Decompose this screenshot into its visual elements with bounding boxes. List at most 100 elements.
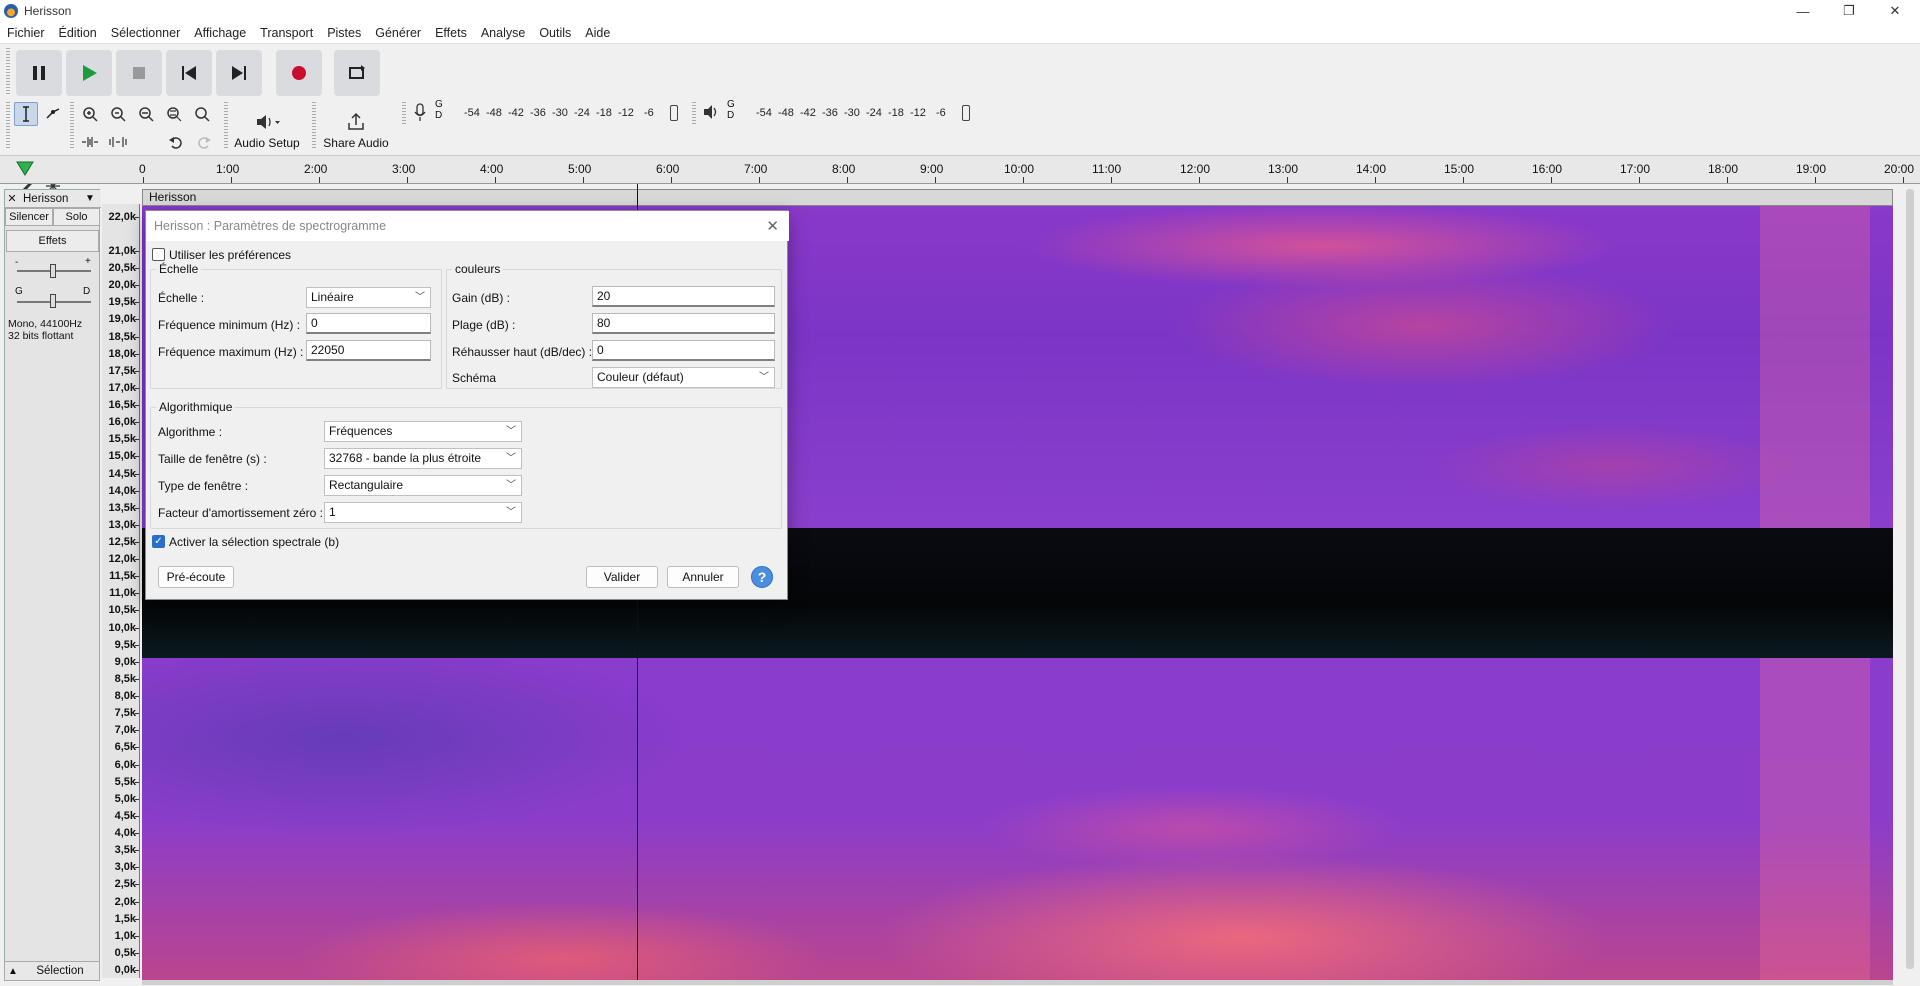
loop-button[interactable] [334,50,380,96]
pause-button[interactable] [16,50,62,96]
record-button[interactable] [276,50,322,96]
use-preferences-checkbox[interactable] [152,248,165,261]
undo-button[interactable] [164,130,188,154]
zoom-toggle-button[interactable] [190,102,214,126]
frequency-tick [135,490,139,492]
recording-meter[interactable]: -54 -48 -42 -36 -30 -24 -18 -12 -6 [448,103,680,123]
share-grip[interactable] [312,102,316,150]
playback-meter[interactable]: -54 -48 -42 -36 -30 -24 -18 -12 -6 [742,103,974,123]
menu-transport[interactable]: Transport [253,22,320,44]
menu-generer[interactable]: Générer [368,22,428,44]
track-menu-dropdown-icon[interactable]: ▼ [85,193,101,204]
track-name-menu[interactable]: Herisson [19,193,85,205]
minimize-button[interactable]: — [1780,0,1826,22]
audio-setup-button[interactable]: Audio Setup [230,102,304,150]
menu-analyse[interactable]: Analyse [474,22,532,44]
play-head-pin-icon[interactable] [16,161,34,177]
spectral-selection-label[interactable]: Activer la sélection spectrale (b) [169,535,339,549]
speaker-icon[interactable] [702,103,720,124]
fit-selection-button[interactable] [134,102,158,126]
timeline-ruler[interactable]: 0 1:00 2:00 3:00 4:00 5:00 6:00 7:00 8:0… [0,156,1920,184]
min-frequency-input[interactable]: 0 [306,313,431,334]
zoom-out-button[interactable] [106,102,130,126]
pan-slider-thumb[interactable] [50,294,56,308]
ruler-tick [759,177,760,183]
ruler-label: 18:00 [1708,162,1739,176]
zero-padding-label: Facteur d'amortissement zéro : [158,506,324,520]
collapse-track-icon[interactable]: ▲ [5,966,21,977]
chevron-down-icon: ﹀ [506,507,516,518]
toolbar-grip[interactable] [6,48,10,94]
algorithm-select[interactable]: Fréquences ﹀ [324,421,522,442]
title-bar: Herisson — ❐ ✕ [0,0,1920,22]
select-track-button[interactable]: Sélection [21,965,99,977]
play-button[interactable] [66,50,112,96]
maximize-button[interactable]: ❐ [1826,0,1872,22]
window-type-select[interactable]: Rectangulaire ﹀ [324,475,522,496]
gain-input[interactable]: 20 [592,286,775,307]
menu-fichier[interactable]: Fichier [0,22,52,44]
scale-select[interactable]: Linéaire ﹀ [306,287,431,308]
trim-audio-button[interactable] [78,130,102,154]
frequency-tick [135,216,139,218]
scale-label: Échelle : [158,291,205,305]
menu-aide[interactable]: Aide [578,22,617,44]
ruler-label: 4:00 [480,162,504,176]
help-button[interactable]: ? [751,566,773,588]
redo-button[interactable] [192,130,216,154]
dialog-close-icon[interactable]: ✕ [766,217,779,235]
menu-edition[interactable]: Édition [52,22,104,44]
solo-button[interactable]: Solo [53,208,100,226]
skip-to-start-button[interactable] [166,50,212,96]
frequency-tick [135,370,139,372]
track-select-bar[interactable]: ▲ Sélection [4,961,100,981]
use-preferences-label[interactable]: Utiliser les préférences [169,248,291,262]
spectrogram-lower-band [142,658,1893,980]
cancel-button[interactable]: Annuler [667,566,739,588]
clip-header[interactable]: Herisson [142,189,1893,206]
chevron-down-icon: ﹀ [506,480,516,491]
ruler-tick [1815,177,1816,183]
menu-pistes[interactable]: Pistes [320,22,368,44]
scale-group-label: Échelle [156,262,202,276]
range-input[interactable]: 80 [592,313,775,334]
vertical-scrollbar[interactable] [1906,189,1914,969]
tools-grip[interactable] [6,102,10,150]
effects-button[interactable]: Effets [6,230,99,252]
share-audio-button[interactable]: Share Audio [318,102,394,150]
max-frequency-input[interactable]: 22050 [306,340,431,361]
menu-affichage[interactable]: Affichage [187,22,253,44]
zero-padding-select[interactable]: 1 ﹀ [324,502,522,523]
play-meter-grip[interactable] [692,102,696,126]
rec-meter-grip[interactable] [402,102,406,126]
ruler-label: 19:00 [1796,162,1827,176]
close-window-button[interactable]: ✕ [1872,0,1918,22]
fit-project-button[interactable] [162,102,186,126]
preview-button[interactable]: Pré-écoute [158,566,234,588]
silence-audio-button[interactable] [106,130,130,154]
close-track-icon[interactable]: ✕ [5,192,19,205]
scheme-select[interactable]: Couleur (défaut) ﹀ [592,367,775,388]
play-tick: -42 [800,107,816,119]
frequency-label: 9,0k [114,655,136,668]
stop-button[interactable] [116,50,162,96]
menu-effets[interactable]: Effets [428,22,474,44]
envelope-tool-button[interactable] [41,102,65,126]
window-size-select[interactable]: 32768 - bande la plus étroite ﹀ [324,448,522,469]
selection-tool-button[interactable] [14,102,38,126]
mute-button[interactable]: Silencer [5,208,53,226]
microphone-icon[interactable] [412,102,428,125]
spectral-selection-checkbox[interactable]: ✓ [152,535,165,548]
zoom-in-button[interactable] [78,102,102,126]
frequency-tick [135,405,139,407]
skip-to-end-button[interactable] [216,50,262,96]
ok-button[interactable]: Valider [586,566,658,588]
high-boost-input[interactable]: 0 [592,340,775,361]
menu-outils[interactable]: Outils [532,22,578,44]
gain-slider-thumb[interactable] [50,264,56,278]
menu-selectionner[interactable]: Sélectionner [104,22,188,44]
edit-grip[interactable] [70,102,74,150]
horizontal-scrollbar[interactable] [142,980,1893,985]
audio-setup-grip[interactable] [224,102,228,150]
frequency-scale[interactable]: 22,0k 21,0k 20,5k 20,0k 19,5k 19,0k 18,5k 18,0k… [102,204,140,978]
